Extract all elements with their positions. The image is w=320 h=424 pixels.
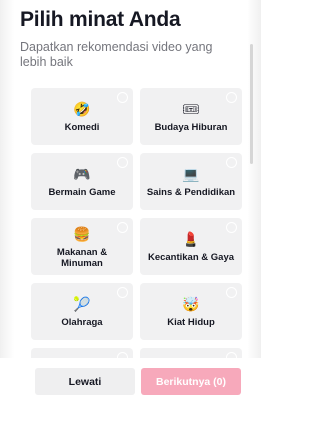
interest-card[interactable]: 💻 Sains & Pendidikan (140, 153, 242, 210)
page-title: Pilih minat Anda (20, 8, 181, 31)
skip-button[interactable]: Lewati (35, 368, 135, 395)
interest-card[interactable]: 💄 Kecantikan & Gaya (140, 218, 242, 275)
radio-circle-icon[interactable] (117, 92, 128, 103)
laughing-face-icon: 🤣 (73, 102, 91, 118)
interest-card[interactable]: 🎟 Budaya Hiburan (140, 88, 242, 145)
interest-card[interactable]: 🤯 Kiat Hidup (140, 283, 242, 340)
interest-card[interactable]: 🎮 Bermain Game (31, 153, 133, 210)
interest-label: Kecantikan & Gaya (147, 252, 235, 263)
radio-circle-icon[interactable] (117, 157, 128, 168)
tennis-ball-icon: 🎾 (73, 297, 91, 313)
interest-label: Makanan & Minuman (56, 246, 108, 269)
radio-circle-icon[interactable] (226, 92, 237, 103)
gamepad-icon: 🎮 (73, 167, 91, 183)
next-button[interactable]: Berikutnya (0) (141, 368, 241, 395)
interest-card[interactable]: 🎾 Olahraga (31, 283, 133, 340)
interest-label: Komedi (64, 122, 100, 133)
page-subtitle: Dapatkan rekomendasi video yang lebih ba… (20, 40, 213, 69)
interest-label: Kiat Hidup (167, 317, 215, 328)
interest-grid-viewport: 🤣 Komedi 🎟 Budaya Hiburan 🎮 Bermain Game 💻 Sain… (0, 86, 261, 358)
radio-circle-icon[interactable] (226, 222, 237, 233)
radio-circle-icon[interactable] (117, 287, 128, 298)
exploding-head-icon: 🤯 (182, 297, 200, 313)
laptop-icon: 💻 (182, 167, 200, 183)
interest-label: Bermain Game (48, 187, 116, 198)
radio-circle-icon[interactable] (117, 222, 128, 233)
interest-card[interactable]: 🔨 (31, 348, 133, 358)
footer-bar: Lewati Berikutnya (0) (0, 358, 261, 424)
interest-grid: 🤣 Komedi 🎟 Budaya Hiburan 🎮 Bermain Game 💻 Sain… (31, 88, 242, 358)
burger-icon: 🍔 (73, 226, 91, 243)
interest-label: Sains & Pendidikan (146, 187, 236, 198)
interest-card[interactable]: 📍 (140, 348, 242, 358)
radio-circle-icon[interactable] (226, 157, 237, 168)
ticket-icon: 🎟 (182, 102, 200, 118)
lipstick-icon: 💄 (182, 232, 200, 248)
radio-circle-icon[interactable] (226, 287, 237, 298)
interest-card[interactable]: 🍔 Makanan & Minuman (31, 218, 133, 275)
interest-label: Olahraga (61, 317, 103, 328)
interest-card[interactable]: 🤣 Komedi (31, 88, 133, 145)
interest-label: Budaya Hiburan (154, 122, 228, 133)
